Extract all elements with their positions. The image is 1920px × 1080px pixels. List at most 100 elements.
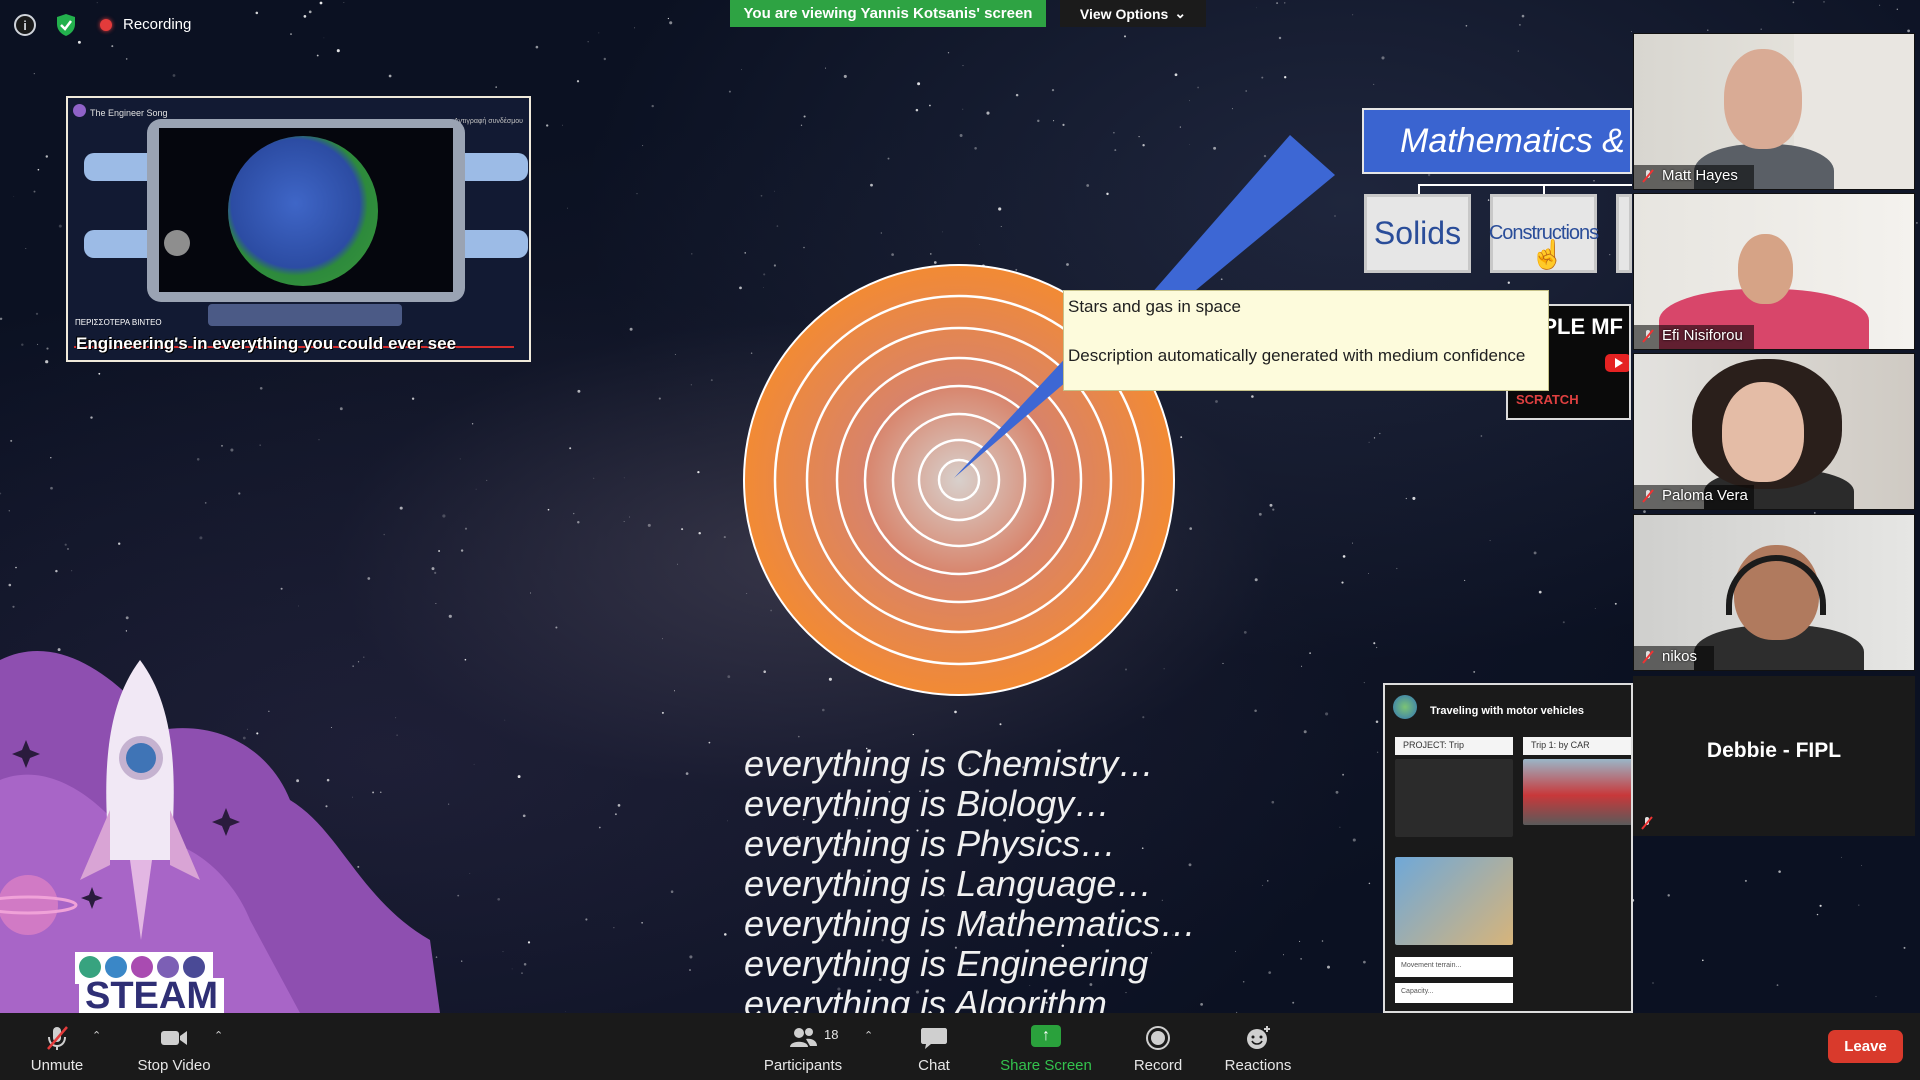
star-dot: [562, 124, 563, 126]
star-dot: [603, 57, 606, 61]
participant-tile[interactable]: Efi Nisiforou: [1633, 193, 1915, 350]
participants-options-caret[interactable]: ⌃: [864, 1029, 873, 1042]
audio-options-caret[interactable]: ⌃: [92, 1029, 101, 1042]
star-dot: [1379, 432, 1381, 435]
star-dot: [464, 658, 467, 661]
star-dot: [651, 104, 654, 108]
mindmap-header: Mathematics &: [1362, 108, 1632, 174]
star-dot: [685, 772, 689, 775]
video-console-shape: [208, 304, 402, 326]
star-dot: [623, 521, 625, 522]
view-options-button[interactable]: View Options ⌄: [1060, 0, 1206, 27]
star-dot: [399, 506, 403, 510]
participant-name: nikos: [1662, 648, 1698, 665]
star-dot: [959, 134, 963, 137]
star-dot: [1652, 982, 1654, 984]
star-dot: [64, 543, 67, 546]
star-dot: [336, 49, 340, 53]
star-dot: [673, 690, 676, 692]
tooltip-line-2: Description automatically generated with…: [1068, 346, 1526, 365]
star-dot: [691, 253, 693, 255]
reactions-button[interactable]: Reactions: [1220, 1013, 1296, 1080]
project-chip[interactable]: PROJECT: Trip: [1395, 737, 1513, 755]
star-dot: [1278, 36, 1282, 40]
star-dot: [1412, 496, 1416, 500]
star-dot: [1896, 8, 1898, 10]
record-button[interactable]: Record: [1127, 1013, 1189, 1080]
star-dot: [1106, 192, 1109, 196]
participant-tile[interactable]: Paloma Vera: [1633, 353, 1915, 510]
star-dot: [1309, 652, 1311, 654]
encryption-shield-icon[interactable]: [56, 13, 76, 37]
participant-tile[interactable]: Matt Hayes: [1633, 33, 1915, 190]
star-dot: [1643, 510, 1646, 513]
star-dot: [1396, 567, 1398, 570]
star-dot: [511, 968, 513, 970]
capacity-field[interactable]: Capacity...: [1395, 983, 1513, 1003]
star-dot: [96, 2, 98, 4]
star-dot: [1776, 984, 1779, 986]
meeting-info-icon[interactable]: i: [14, 14, 36, 36]
star-dot: [1376, 751, 1379, 753]
star-dot: [50, 457, 52, 459]
chat-button[interactable]: Chat: [906, 1013, 962, 1080]
chat-bubble-icon: [921, 1028, 947, 1049]
star-dot: [555, 626, 558, 629]
star-dot: [1142, 716, 1145, 719]
participant-tile[interactable]: nikos: [1633, 514, 1915, 671]
star-dot: [1272, 508, 1275, 511]
star-dot: [576, 80, 580, 83]
video-options-caret[interactable]: ⌃: [214, 1029, 223, 1042]
traveling-app-card[interactable]: Traveling with motor vehicles PROJECT: T…: [1383, 683, 1633, 1013]
star-dot: [1200, 1003, 1203, 1006]
star-dot: [1114, 149, 1117, 152]
star-dot: [308, 10, 312, 14]
trip-chip[interactable]: Trip 1: by CAR: [1523, 737, 1631, 755]
star-dot: [1271, 800, 1275, 804]
leave-button[interactable]: Leave: [1828, 1030, 1903, 1063]
star-dot: [1300, 958, 1302, 960]
star-dot: [929, 253, 932, 255]
star-dot: [1292, 1001, 1295, 1004]
star-dot: [1816, 913, 1819, 916]
movement-terrain-field[interactable]: Movement terrain...: [1395, 957, 1513, 977]
muted-mic-icon: [1642, 650, 1654, 664]
star-dot: [1284, 2, 1286, 4]
star-dot: [15, 566, 17, 569]
participants-button[interactable]: Participants: [760, 1013, 846, 1080]
star-dot: [1861, 865, 1862, 866]
star-dot: [0, 492, 2, 495]
globe-illustration: [228, 136, 378, 286]
star-dot: [1907, 29, 1910, 33]
star-dot: [1113, 131, 1115, 134]
star-dot: [642, 145, 644, 147]
star-dot: [1489, 540, 1491, 542]
star-dot: [797, 735, 800, 738]
star-dot: [411, 397, 415, 400]
unmute-button[interactable]: Unmute: [24, 1013, 90, 1080]
record-label: Record: [1133, 1057, 1183, 1074]
star-dot: [917, 82, 921, 86]
science-icon: [79, 956, 101, 978]
star-dot: [316, 54, 319, 57]
star-dot: [547, 508, 550, 511]
moon-illustration: [164, 230, 190, 256]
star-dot: [475, 488, 477, 490]
star-dot: [125, 58, 128, 60]
star-dot: [25, 248, 27, 249]
star-dot: [1051, 88, 1055, 92]
share-screen-button[interactable]: ↑ Share Screen: [996, 1013, 1096, 1080]
everything-line: everything is Mathematics…: [744, 903, 1197, 944]
steam-logo: STEAM: [79, 978, 224, 1013]
star-dot: [71, 570, 73, 572]
stop-video-button[interactable]: Stop Video: [132, 1013, 216, 1080]
star-dot: [204, 502, 207, 504]
participant-name: Paloma Vera: [1662, 487, 1748, 504]
star-dot: [1507, 281, 1510, 284]
star-dot: [567, 207, 568, 209]
star-dot: [803, 115, 806, 118]
embedded-video[interactable]: The Engineer Song Αντιγραφή συνδέσμου ΠΕ…: [66, 96, 531, 362]
star-dot: [1518, 23, 1521, 26]
participant-tile-no-video[interactable]: Debbie - FIPL: [1633, 676, 1915, 836]
share-screen-icon: ↑: [1031, 1025, 1061, 1051]
